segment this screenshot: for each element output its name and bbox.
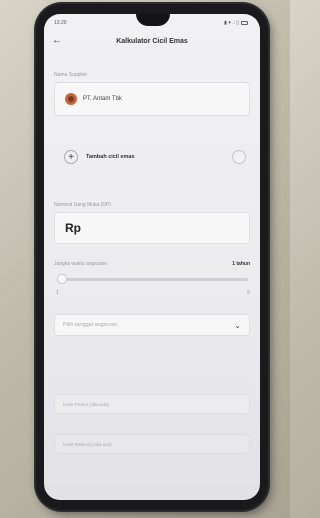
tenor-value: 1 tahun: [232, 261, 250, 267]
supplier-selector[interactable]: PT. Antam Tbk: [54, 82, 250, 116]
status-time: 13.20: [54, 20, 67, 26]
tenor-row: Jangka waktu angsuran 1 tahun: [54, 261, 250, 267]
antam-logo-icon: [65, 93, 77, 105]
plus-icon: +: [64, 150, 78, 164]
tenor-slider[interactable]: [57, 274, 248, 284]
radio-toggle[interactable]: [232, 150, 246, 164]
add-gold-label: Tambah cicil emas: [86, 154, 135, 160]
slider-min: 1: [56, 290, 59, 296]
promo-code-placeholder: Kode Promo (Jika ada): [63, 401, 110, 407]
battery-icon: [241, 21, 248, 25]
add-gold-installment-button[interactable]: + Tambah cicil emas: [54, 142, 250, 172]
installment-date-select[interactable]: Pilih tanggal angsuran ⌄: [54, 314, 250, 336]
tenor-label: Jangka waktu angsuran: [54, 261, 107, 267]
slider-thumb[interactable]: [57, 274, 67, 284]
installment-date-placeholder: Pilih tanggal angsuran: [63, 322, 118, 328]
supplier-label: Nama Supplier: [54, 72, 88, 78]
app-screen: 13.20 ▮ ▾ .⫶ ▯ ← Kalkulator Cicil Emas N…: [44, 14, 260, 500]
chevron-down-icon: ⌄: [234, 320, 241, 330]
status-bar: 13.20 ▮ ▾ .⫶ ▯: [54, 18, 248, 28]
promo-code-input[interactable]: Kode Promo (Jika ada): [54, 394, 250, 414]
down-payment-label: Nominal Uang Muka (DP): [54, 202, 111, 208]
referral-code-input[interactable]: Kode Referral (Jika ada): [54, 434, 250, 454]
back-arrow-icon[interactable]: ←: [52, 34, 66, 48]
slider-max: 5: [247, 290, 250, 296]
supplier-name: PT. Antam Tbk: [83, 96, 122, 102]
down-payment-input[interactable]: Rp: [54, 212, 250, 244]
referral-code-placeholder: Kode Referral (Jika ada): [63, 441, 112, 447]
page-title: Kalkulator Cicil Emas: [116, 37, 188, 45]
signal-icon: ▮ ▾ .⫶ ▯: [224, 20, 239, 26]
status-icons: ▮ ▾ .⫶ ▯: [224, 20, 248, 26]
app-header: ← Kalkulator Cicil Emas: [52, 34, 252, 48]
slider-range: 1 5: [56, 290, 250, 296]
currency-prefix: Rp: [65, 221, 81, 235]
